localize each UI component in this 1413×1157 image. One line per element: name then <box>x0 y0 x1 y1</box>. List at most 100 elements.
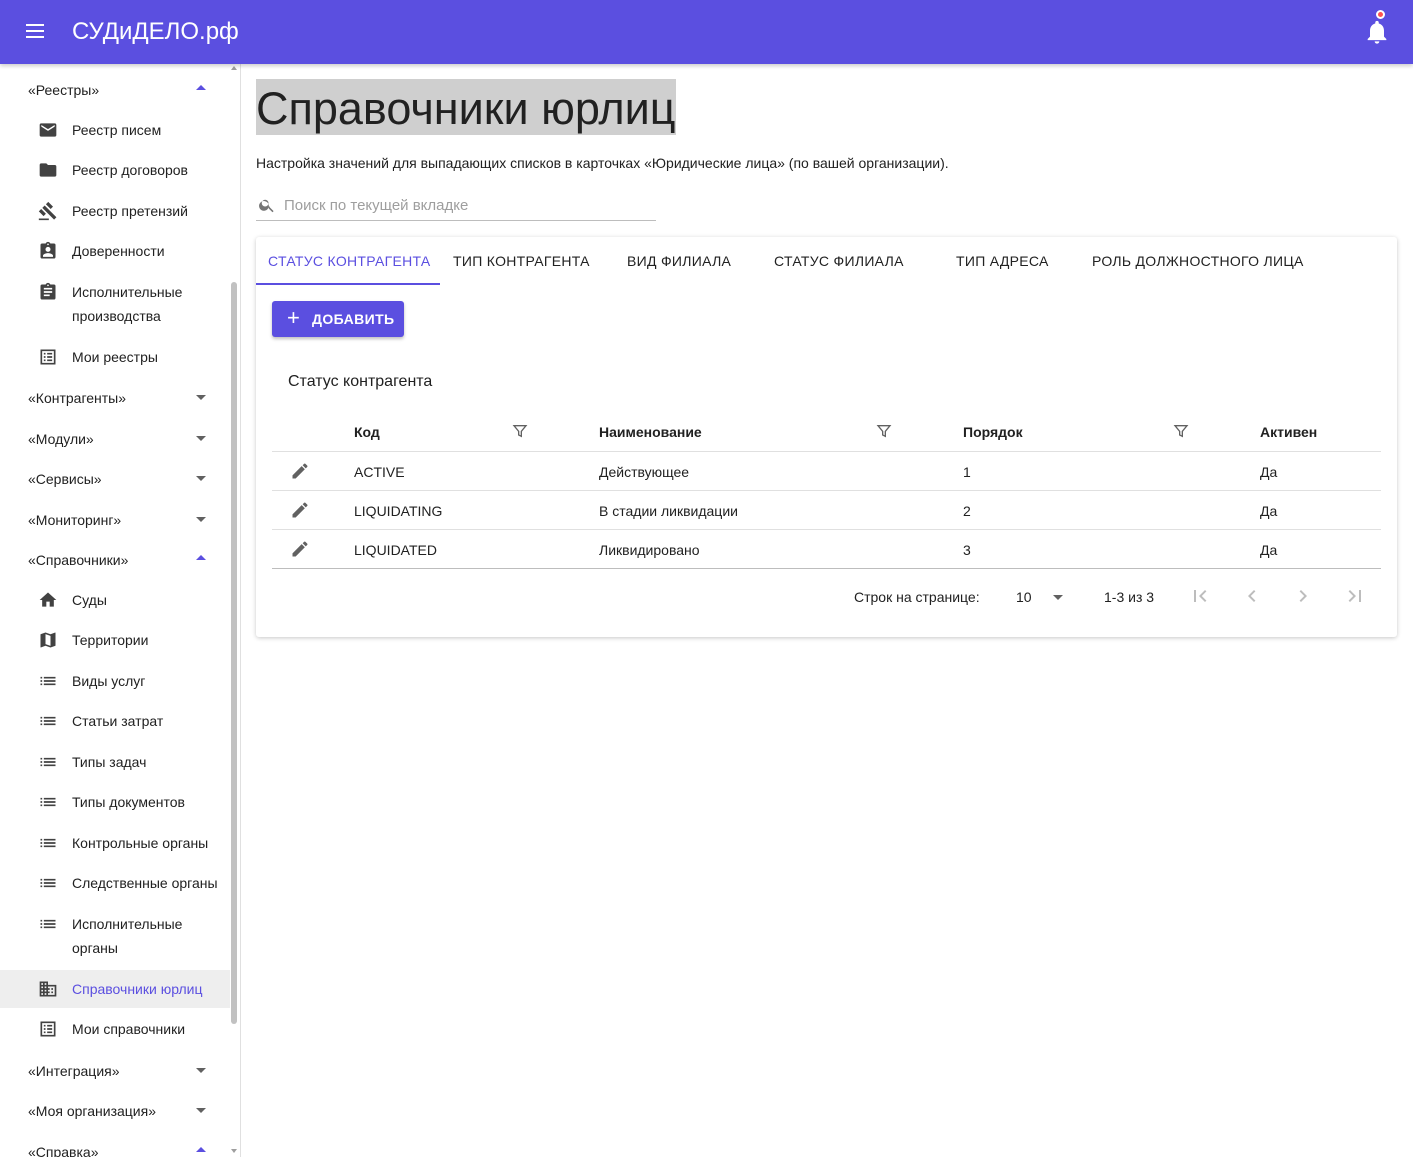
filter-icon[interactable] <box>1173 423 1189 439</box>
chevron-up-icon <box>196 85 206 90</box>
clipboard-icon <box>40 282 56 300</box>
sidebar-item-investigative-bodies[interactable]: Следственные органы <box>0 871 230 895</box>
column-header-order[interactable]: Порядок <box>963 423 1023 441</box>
sidebar-group-references[interactable]: «Справочники» <box>0 539 230 579</box>
sidebar-item-label: Типы документов <box>72 794 185 810</box>
sidebar-group-monitoring[interactable]: «Мониторинг» <box>0 499 230 539</box>
sidebar-group-modules[interactable]: «Модули» <box>0 418 230 458</box>
bell-icon[interactable] <box>1363 18 1391 46</box>
sidebar-item-claims[interactable]: Реестр претензий <box>0 199 230 223</box>
filter-icon[interactable] <box>512 423 528 439</box>
filter-icon[interactable] <box>876 423 892 439</box>
pencil-icon[interactable] <box>290 539 310 559</box>
column-header-code[interactable]: Код <box>354 423 380 441</box>
sidebar-item-courts[interactable]: Суды <box>0 588 230 612</box>
menu-icon[interactable] <box>22 20 50 44</box>
pencil-icon[interactable] <box>290 461 310 481</box>
sidebar-item-legal-entity-references[interactable]: Справочники юрлиц <box>0 970 230 1008</box>
sidebar-item-my-registries[interactable]: Мои реестры <box>0 345 230 369</box>
cell-order: 2 <box>963 503 971 519</box>
sidebar-item-control-bodies[interactable]: Контрольные органы <box>0 831 230 855</box>
sidebar-item-label: Реестр претензий <box>72 203 188 219</box>
sidebar-item-letters[interactable]: Реестр писем <box>0 118 230 142</box>
sidebar-item-service-types[interactable]: Виды услуг <box>0 669 230 693</box>
sidebar-item-cost-items[interactable]: Статьи затрат <box>0 709 230 733</box>
tab-official-role[interactable]: Роль должностного лица <box>1092 237 1304 285</box>
tab-counterparty-type[interactable]: Тип контрагента <box>453 237 590 285</box>
chevron-down-icon <box>196 436 206 441</box>
scroll-down-arrow[interactable] <box>231 1149 237 1153</box>
group-label: «Справочники» <box>28 552 129 568</box>
gavel-icon <box>38 201 57 221</box>
sidebar-group-counterparties[interactable]: «Контрагенты» <box>0 377 230 417</box>
column-header-name[interactable]: Наименование <box>599 423 702 441</box>
tab-branch-kind[interactable]: Вид филиала <box>627 237 731 285</box>
list-box-icon <box>40 1021 56 1037</box>
building-icon <box>39 981 57 997</box>
sidebar-group-services[interactable]: «Сервисы» <box>0 458 230 498</box>
scroll-up-arrow[interactable] <box>231 66 237 70</box>
group-label: «Справка» <box>28 1144 99 1157</box>
list-icon <box>40 838 56 848</box>
search-icon <box>259 199 274 213</box>
tab-branch-status[interactable]: Статус филиала <box>774 237 904 285</box>
cell-name: Действующее <box>599 464 690 480</box>
last-page-icon[interactable] <box>1343 584 1367 608</box>
sidebar-item-contracts[interactable]: Реестр договоров <box>0 158 230 182</box>
sidebar-item-my-references[interactable]: Мои справочники <box>0 1017 230 1041</box>
table-row: LIQUIDATED Ликвидировано 3 Да <box>272 529 1381 568</box>
chevron-down-icon <box>196 1108 206 1113</box>
group-label: «Модули» <box>28 431 94 447</box>
chevron-up-icon <box>196 555 206 560</box>
badge-icon <box>40 241 56 259</box>
sidebar-group-my-organization[interactable]: «Моя организация» <box>0 1090 230 1130</box>
chevron-down-icon <box>196 517 206 522</box>
search-input[interactable] <box>284 194 644 216</box>
column-header-active[interactable]: Активен <box>1260 423 1317 441</box>
sidebar-item-label: Исполнительные органы <box>72 916 183 956</box>
sidebar-item-label: Реестр договоров <box>72 162 188 178</box>
cell-code: LIQUIDATING <box>354 503 443 519</box>
group-label: «Мониторинг» <box>28 512 122 528</box>
cell-order: 3 <box>963 542 971 558</box>
sidebar-item-enforcement-bodies[interactable]: Исполнительные органы <box>0 912 230 960</box>
rows-per-page-select[interactable]: 10 <box>1008 583 1068 611</box>
next-page-icon[interactable] <box>1291 584 1315 608</box>
sidebar-item-powers-of-attorney[interactable]: Доверенности <box>0 239 230 263</box>
sidebar-item-territories[interactable]: Территории <box>0 628 230 652</box>
first-page-icon[interactable] <box>1188 584 1212 608</box>
sidebar-group-registries[interactable]: «Реестры» <box>0 69 230 109</box>
sidebar-item-label: Реестр писем <box>72 122 162 138</box>
sidebar-group-integration[interactable]: «Интеграция» <box>0 1050 230 1090</box>
group-label: «Интеграция» <box>28 1063 120 1079</box>
list-icon <box>40 919 56 929</box>
chevron-down-icon <box>196 476 206 481</box>
add-button-label: Добавить <box>312 311 395 327</box>
cell-active: Да <box>1260 503 1278 519</box>
add-button[interactable]: + Добавить <box>272 301 404 337</box>
sidebar-item-task-types[interactable]: Типы задач <box>0 750 230 774</box>
list-icon <box>40 878 56 888</box>
sidebar-item-enforcement[interactable]: Исполнительные производства <box>0 280 230 328</box>
app-title[interactable]: СУДиДЕЛО.рф <box>72 16 239 48</box>
list-icon <box>40 797 56 807</box>
mail-icon <box>39 123 57 137</box>
sidebar-item-label: Территории <box>72 632 149 648</box>
plus-icon: + <box>287 305 301 330</box>
sidebar-group-help[interactable]: «Справка» <box>0 1131 230 1157</box>
prev-page-icon[interactable] <box>1240 584 1264 608</box>
sidebar-scrollbar[interactable] <box>231 282 237 1024</box>
chevron-down-icon <box>196 395 206 400</box>
cell-active: Да <box>1260 464 1278 480</box>
pencil-icon[interactable] <box>290 500 310 520</box>
tab-counterparty-status[interactable]: Статус контрагента <box>256 237 440 285</box>
sidebar-item-label: Справочники юрлиц <box>72 981 203 997</box>
sidebar-item-label: Виды услуг <box>72 673 146 689</box>
tab-address-type[interactable]: Тип адреса <box>956 237 1049 285</box>
list-icon <box>40 676 56 686</box>
group-label: «Контрагенты» <box>28 390 127 406</box>
search-field[interactable] <box>256 192 656 221</box>
sidebar-item-label: Доверенности <box>72 243 165 259</box>
sidebar-item-document-types[interactable]: Типы документов <box>0 790 230 814</box>
sidebar-item-label: Типы задач <box>72 754 147 770</box>
